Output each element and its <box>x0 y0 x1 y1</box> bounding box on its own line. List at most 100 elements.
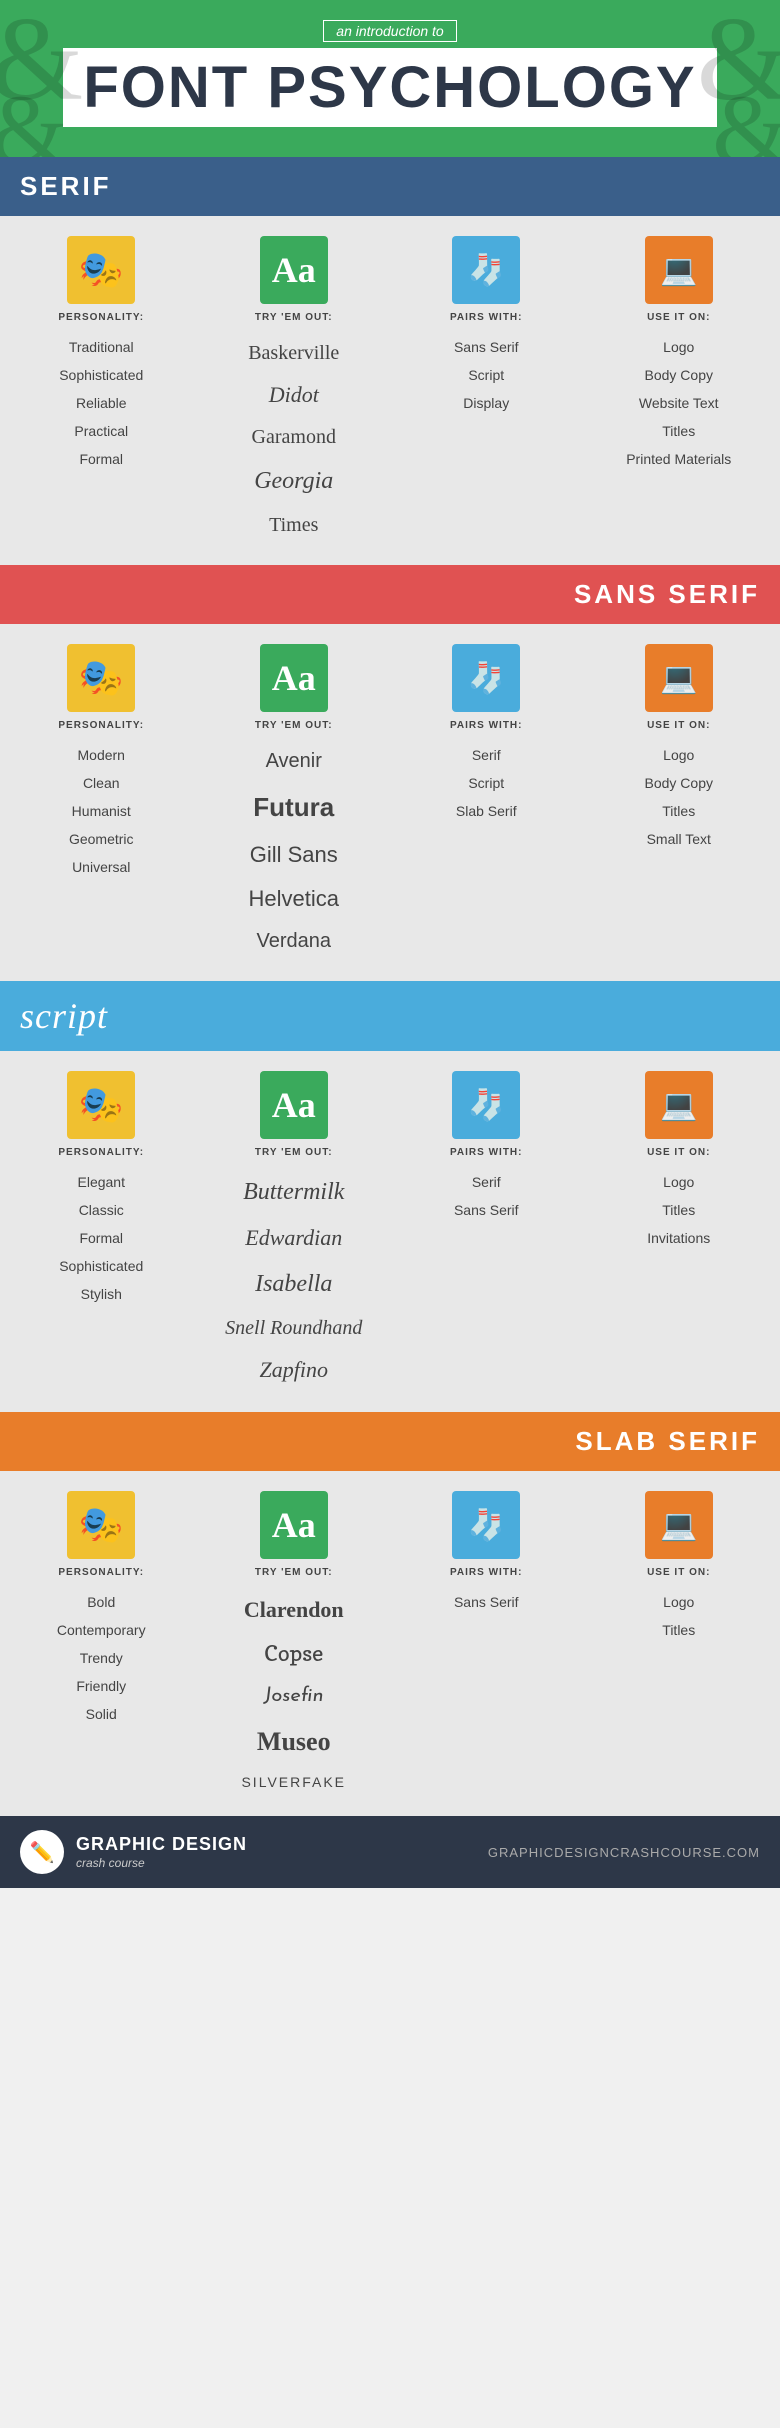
useon-label: USE IT ON: <box>647 1147 710 1158</box>
list-item: Sans Serif <box>454 1196 519 1224</box>
pairs-icon: 🧦 <box>452 644 520 712</box>
serif-personality-col: 🎭 PERSONALITY: Traditional Sophisticated… <box>10 236 193 545</box>
useon-icon: 💻 <box>645 236 713 304</box>
list-item: Formal <box>59 445 143 473</box>
tryon-icon: Aa <box>260 1491 328 1559</box>
slab-section-content: 🎭 PERSONALITY: Bold Contemporary Trendy … <box>0 1471 780 1816</box>
list-item: Stylish <box>59 1280 143 1308</box>
useon-label: USE IT ON: <box>647 312 710 323</box>
list-item: Body Copy <box>626 361 731 389</box>
tryon-icon: Aa <box>260 1071 328 1139</box>
sans-tryem-col: Aa TRY 'EM OUT: Avenir Futura Gill Sans … <box>203 644 386 961</box>
pairs-items: Serif Script Slab Serif <box>456 741 517 825</box>
footer-brand-area: ✏️ GRAPHIC DESIGN crash course <box>20 1830 247 1874</box>
list-item: Futura <box>249 781 339 833</box>
page-footer: ✏️ GRAPHIC DESIGN crash course GRAPHICDE… <box>0 1816 780 1888</box>
list-item: Titles <box>647 1196 710 1224</box>
list-item: Isabella <box>225 1260 362 1308</box>
list-item: Baskerville <box>248 333 339 373</box>
tryon-icon: Aa <box>260 236 328 304</box>
list-item: Geometric <box>69 825 134 853</box>
list-item: Georgia <box>248 457 339 505</box>
footer-brand-sub: crash course <box>76 1856 145 1870</box>
script-section-content: 🎭 PERSONALITY: Elegant Classic Formal So… <box>0 1051 780 1412</box>
list-item: Logo <box>626 333 731 361</box>
pairs-icon: 🧦 <box>452 1071 520 1139</box>
sans-section-content: 🎭 PERSONALITY: Modern Clean Humanist Geo… <box>0 624 780 981</box>
tryem-label: TRY 'EM OUT: <box>255 720 333 731</box>
script-pairs-col: 🧦 PAIRS WITH: Serif Sans Serif <box>395 1071 578 1392</box>
list-item: Times <box>248 505 339 545</box>
personality-label: PERSONALITY: <box>58 1147 144 1158</box>
footer-brand-name: GRAPHIC DESIGN <box>76 1834 247 1855</box>
tryon-icon: Aa <box>260 644 328 712</box>
list-item: Universal <box>69 853 134 881</box>
list-item: Elegant <box>59 1168 143 1196</box>
pairs-label: PAIRS WITH: <box>450 312 522 323</box>
list-item: Serif <box>454 1168 519 1196</box>
useon-items: Logo Titles Invitations <box>647 1168 710 1252</box>
list-item: Avenir <box>249 741 339 781</box>
serif-section-header: SERIF <box>0 157 780 216</box>
list-item: Clean <box>69 769 134 797</box>
list-item: Sophisticated <box>59 1252 143 1280</box>
list-item: Solid <box>57 1700 146 1728</box>
list-item: Sans Serif <box>454 1588 519 1616</box>
slab-personality-col: 🎭 PERSONALITY: Bold Contemporary Trendy … <box>10 1491 193 1796</box>
tryem-items: Avenir Futura Gill Sans Helvetica Verdan… <box>249 741 339 961</box>
useon-icon: 💻 <box>645 1491 713 1559</box>
personality-label: PERSONALITY: <box>58 1567 144 1578</box>
list-item: SILVERFAKE <box>241 1768 346 1796</box>
slab-pairs-col: 🧦 PAIRS WITH: Sans Serif <box>395 1491 578 1796</box>
deco-ampersand-br: & <box>712 72 780 157</box>
personality-icon: 🎭 <box>67 644 135 712</box>
footer-brand-text: GRAPHIC DESIGN crash course <box>76 1834 247 1870</box>
useon-items: Logo Body Copy Titles Small Text <box>645 741 713 853</box>
list-item: Trendy <box>57 1644 146 1672</box>
useon-label: USE IT ON: <box>647 1567 710 1578</box>
serif-tryem-col: Aa TRY 'EM OUT: Baskerville Didot Garamo… <box>203 236 386 545</box>
script-useon-col: 💻 USE IT ON: Logo Titles Invitations <box>588 1071 771 1392</box>
list-item: Script <box>456 769 517 797</box>
tryem-items: Baskerville Didot Garamond Georgia Times <box>248 333 339 545</box>
list-item: Serif <box>456 741 517 769</box>
list-item: Buttermilk <box>225 1168 362 1216</box>
list-item: Traditional <box>59 333 143 361</box>
serif-useon-col: 💻 USE IT ON: Logo Body Copy Website Text… <box>588 236 771 545</box>
list-item: Zapfino <box>225 1348 362 1392</box>
personality-items: Elegant Classic Formal Sophisticated Sty… <box>59 1168 143 1308</box>
list-item: Snell Roundhand <box>225 1308 362 1348</box>
list-item: Logo <box>645 741 713 769</box>
pairs-items: Sans Serif Script Display <box>454 333 519 417</box>
tryem-items: Buttermilk Edwardian Isabella Snell Roun… <box>225 1168 362 1392</box>
list-item: Verdana <box>249 921 339 961</box>
script-personality-col: 🎭 PERSONALITY: Elegant Classic Formal So… <box>10 1071 193 1392</box>
list-item: Clarendon <box>241 1588 346 1632</box>
header-title: FONT PSYCHOLOGY <box>63 48 716 127</box>
list-item: Display <box>454 389 519 417</box>
list-item: Logo <box>647 1168 710 1196</box>
pairs-icon: 🧦 <box>452 1491 520 1559</box>
list-item: Website Text <box>626 389 731 417</box>
list-item: Reliable <box>59 389 143 417</box>
personality-items: Traditional Sophisticated Reliable Pract… <box>59 333 143 473</box>
script-tryem-col: Aa TRY 'EM OUT: Buttermilk Edwardian Isa… <box>203 1071 386 1392</box>
list-item: Titles <box>662 1616 695 1644</box>
slab-useon-col: 💻 USE IT ON: Logo Titles <box>588 1491 771 1796</box>
tryem-items: Clarendon Copse Josefin Museo SILVERFAKE <box>241 1588 346 1796</box>
list-item: Garamond <box>248 417 339 457</box>
list-item: Invitations <box>647 1224 710 1252</box>
list-item: Formal <box>59 1224 143 1252</box>
pairs-label: PAIRS WITH: <box>450 1567 522 1578</box>
tryem-label: TRY 'EM OUT: <box>255 312 333 323</box>
list-item: Sans Serif <box>454 333 519 361</box>
list-item: Printed Materials <box>626 445 731 473</box>
list-item: Didot <box>248 373 339 417</box>
header-subtitle: an introduction to <box>323 20 456 42</box>
personality-items: Modern Clean Humanist Geometric Universa… <box>69 741 134 881</box>
tryem-label: TRY 'EM OUT: <box>255 1147 333 1158</box>
sans-section-header: SANS SERIF <box>0 565 780 624</box>
page-header: & & & & an introduction to FONT PSYCHOLO… <box>0 0 780 157</box>
useon-items: Logo Body Copy Website Text Titles Print… <box>626 333 731 473</box>
list-item: Edwardian <box>225 1216 362 1260</box>
